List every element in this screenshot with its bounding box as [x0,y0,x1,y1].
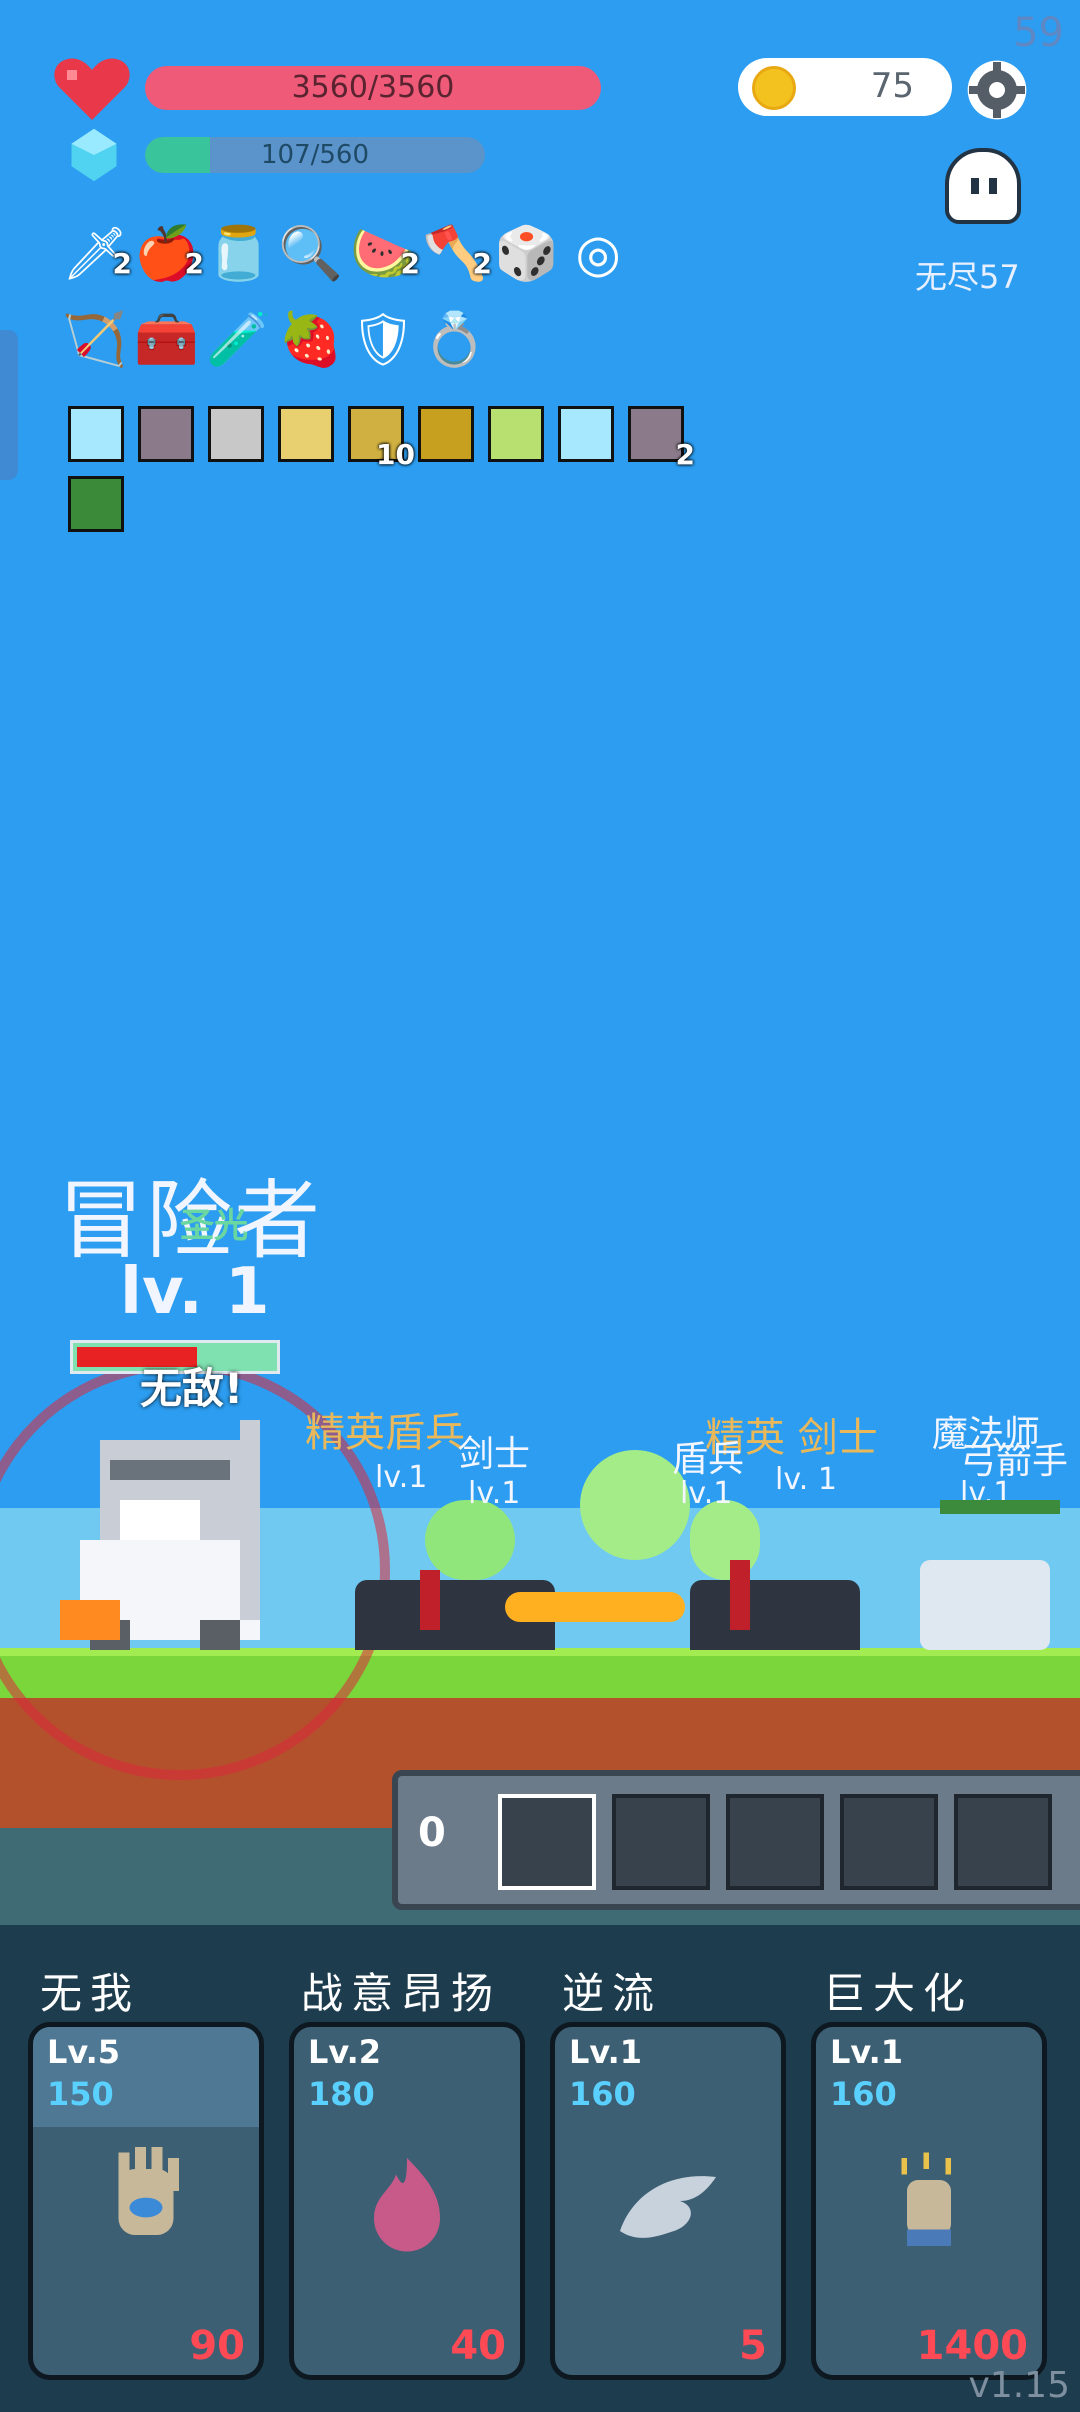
skill-card-title: 巨大化 [823,1969,974,2018]
enemy-level: lv.1 [375,1460,428,1495]
skill-count: 10 [376,438,415,471]
sword-icon[interactable]: 🗡 2 [62,222,132,286]
card-level: Lv.2 [308,2033,382,2071]
skill-card-title: 逆流 [562,1969,663,2018]
enemy-label: 盾兵 [672,1439,745,1480]
fps-counter: 59 [1013,10,1064,56]
card-value: 1400 [916,2323,1028,2369]
enemy-level: lv.1 [680,1476,733,1511]
blade2-skill-icon[interactable]: 2 [628,406,695,471]
fist-icon [816,2147,1042,2261]
fireball-projectile [505,1592,685,1622]
ring-orbit-icon[interactable]: ◎ [566,222,630,286]
sprout-skill-icon[interactable] [488,406,544,462]
item-count: 2 [184,247,204,280]
mp-text: 107/560 [260,140,369,170]
tree [425,1500,515,1580]
enemy-sword-elite[interactable] [690,1580,860,1650]
queue-count: 0 [418,1810,446,1856]
ghost-eye-icon [989,178,997,194]
item-count: 2 [400,247,420,280]
shield-icon[interactable]: 🛡 [350,308,416,372]
queue-slot[interactable] [726,1794,824,1890]
card-cost: 180 [308,2075,375,2113]
gear-icon[interactable] [965,58,1029,122]
aura-skill-icon[interactable] [278,406,334,462]
jam-jar-icon[interactable]: 🫙 [206,222,271,286]
blade-skill-icon[interactable] [138,406,194,462]
card-cost: 160 [569,2075,636,2113]
card-value: 90 [189,2323,245,2369]
enemy-label: 精英盾兵 [305,1410,465,1456]
enemy-level: lv. 1 [775,1462,837,1497]
hp-bar: 3560/3560 [145,66,601,110]
enemy-mage-archer[interactable] [920,1560,1050,1650]
queue-slot[interactable] [498,1794,596,1890]
queue-slot[interactable] [840,1794,938,1890]
palm-eye-icon [33,2147,259,2261]
skill-card[interactable]: Lv.1 160 1400 [811,2022,1047,2380]
wing-icon [555,2147,781,2271]
armor-skill-icon[interactable] [208,406,264,462]
enemy-hp-bar [940,1500,1060,1514]
hero-level: lv. 1 [120,1255,270,1329]
queue-slot[interactable] [954,1794,1052,1890]
magnifier-icon[interactable]: 🔍 [278,222,343,286]
enemy-banner [420,1570,440,1630]
mana-crystal-icon [71,128,117,182]
queue-slot[interactable] [612,1794,710,1890]
card-value: 40 [450,2323,506,2369]
endless-mode-label: 无尽57 [915,258,1020,296]
skill-card[interactable]: Lv.1 160 5 [550,2022,786,2380]
card-cost: 150 [47,2075,114,2113]
bow-icon[interactable]: 🏹 [62,308,127,372]
shadow-skill-icon[interactable] [418,406,474,462]
hp-text: 3560/3560 [291,70,455,105]
hero-buff-label: 圣光 [180,1206,248,1246]
strawberry-icon[interactable]: 🍓 [278,308,343,372]
apple-icon[interactable]: 🍎 2 [134,222,204,286]
enemy-banner [730,1560,750,1630]
light-skill-icon[interactable] [68,406,124,462]
ghost-eye-icon [971,178,979,194]
poison-skill-icon[interactable] [68,476,124,532]
axe-icon[interactable]: 🪓 2 [422,222,492,286]
coin-display: 75 [738,58,952,116]
dice-icon[interactable]: 🎲 [494,222,559,286]
skill-card-title: 战意昂扬 [301,1969,502,2018]
potion-icon[interactable]: 🧪 [206,308,271,372]
gold-ring-icon[interactable]: 💍 [422,308,487,372]
card-value: 5 [739,2323,767,2369]
coin-count: 75 [870,66,914,106]
card-level: Lv.1 [830,2033,904,2071]
item-count: 2 [472,247,492,280]
card-cost: 160 [830,2075,897,2113]
treasure-box-icon[interactable]: 🧰 [134,308,199,372]
card-level: Lv.5 [47,2033,121,2071]
mp-bar: 107/560 [145,137,485,173]
enemy-level: lv.1 [468,1476,521,1511]
item-count: 2 [112,247,132,280]
arch-skill-icon[interactable]: 10 [348,406,415,471]
hero-status-text: 无敌! [140,1364,244,1413]
side-drawer-tab[interactable] [0,330,18,480]
coin-icon [752,66,796,110]
enemy-label: 剑士 [458,1434,531,1475]
action-queue: 0 [392,1770,1080,1910]
light2-skill-icon[interactable] [558,406,614,462]
skill-card[interactable]: Lv.5 150 90 [28,2022,264,2380]
card-level: Lv.1 [569,2033,643,2071]
version-label: v1.15 [968,2365,1070,2406]
skill-count: 2 [675,438,695,471]
knight-hero-sprite [60,1420,260,1650]
watermelon-icon[interactable]: 🍉 2 [350,222,420,286]
flame-icon [294,2147,520,2261]
skill-card-title: 无我 [40,1969,141,2018]
ghost-mode-icon[interactable] [945,148,1021,224]
heart-icon [54,58,130,120]
skill-card[interactable]: Lv.2 180 40 [289,2022,525,2380]
